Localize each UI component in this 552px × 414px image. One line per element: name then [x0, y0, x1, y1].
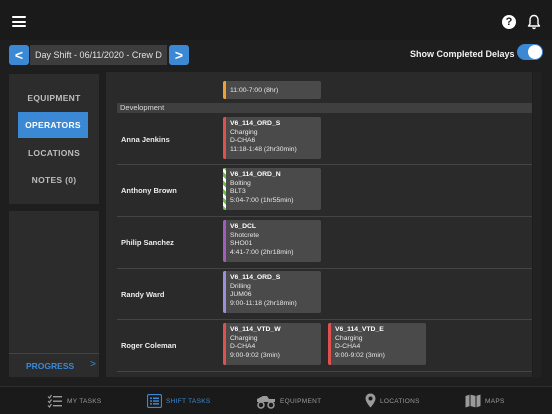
checklist-icon — [47, 394, 62, 408]
help-icon[interactable]: ? — [502, 15, 516, 29]
task-location: BLT3 — [230, 188, 246, 195]
progress-button[interactable]: PROGRESS > — [9, 353, 99, 377]
section-header: Development — [117, 103, 532, 113]
operator-row: Anna Jenkins — [117, 114, 532, 165]
task-status-bar — [223, 323, 226, 365]
task-code: V6_114_VTD_W — [230, 326, 281, 333]
hamburger-menu-icon[interactable] — [12, 16, 26, 27]
task-activity: Bolting — [230, 179, 251, 187]
operator-row: Anthony Brown — [117, 165, 532, 217]
show-completed-delays-label: Show Completed Delays — [410, 49, 515, 59]
tab-label: MAPS — [485, 398, 505, 405]
tab-my-tasks[interactable]: MY TASKS — [47, 387, 107, 414]
tab-equipment[interactable]: EQUIPMENT — [255, 387, 325, 414]
tab-label: LOCATIONS — [380, 398, 420, 405]
location-pin-icon — [365, 393, 376, 408]
task-time: 4:41-7:00 (2hr18min) — [230, 248, 294, 256]
task-location: JUM06 — [230, 291, 252, 298]
operator-timeline[interactable]: 11:00-7:00 (8hr) Development Anna Jenkin… — [106, 72, 532, 377]
operator-name[interactable]: Anthony Brown — [121, 186, 177, 195]
bell-icon[interactable] — [527, 14, 541, 30]
task-location: D-CHA6 — [230, 137, 256, 144]
operator-row: Randy Ward — [117, 269, 532, 320]
shift-label: Day Shift - 06/11/2020 - Crew D — [30, 45, 167, 65]
task-card[interactable]: V6_114_ORD_N Bolting BLT3 5:04-7:00 (1hr… — [223, 168, 321, 210]
map-icon — [465, 394, 481, 408]
task-location: SHO01 — [230, 240, 253, 247]
task-status-bar — [223, 220, 226, 262]
task-card[interactable]: V6_114_VTD_E Charging D-CHA4 9:00-9:02 (… — [328, 323, 426, 365]
timeline-scrollbar[interactable] — [533, 72, 541, 377]
next-shift-button[interactable]: > — [169, 45, 189, 65]
task-code: V6_114_ORD_N — [230, 171, 281, 178]
task-card-partial[interactable]: 11:00-7:00 (8hr) — [223, 81, 321, 99]
list-icon — [147, 394, 162, 408]
chevron-right-icon: > — [90, 359, 96, 370]
task-activity: Charging — [230, 128, 258, 136]
task-code: V6_114_VTD_E — [335, 326, 384, 333]
view-menu: EQUIPMENT OPERATORS LOCATIONS NOTES (0) — [9, 74, 99, 204]
progress-label: PROGRESS — [26, 361, 75, 371]
task-card[interactable]: V6_DCL Shotcrete SHO01 4:41-7:00 (2hr18m… — [223, 220, 321, 262]
show-completed-delays-toggle[interactable] — [517, 44, 543, 60]
operator-name[interactable]: Philip Sanchez — [121, 238, 174, 247]
operator-name[interactable]: Anna Jenkins — [121, 135, 170, 144]
menu-item-operators[interactable]: OPERATORS — [18, 112, 88, 138]
task-status-bar — [223, 168, 226, 210]
task-time: 9:00-9:02 (3min) — [230, 351, 280, 359]
task-activity: Shotcrete — [230, 231, 260, 239]
task-status-bar — [328, 323, 331, 365]
top-bar: ? — [0, 0, 552, 40]
task-status-bar — [223, 81, 226, 99]
task-time: 9:00-9:02 (3min) — [335, 351, 385, 359]
progress-panel: PROGRESS > — [9, 211, 99, 377]
task-code: V6_DCL — [230, 223, 257, 230]
tab-shift-tasks[interactable]: SHIFT TASKS — [147, 387, 217, 414]
task-time: 9:00-11:18 (2hr18min) — [230, 299, 297, 307]
task-card[interactable]: V6_114_ORD_S Drilling JUM06 9:00-11:18 (… — [223, 271, 321, 313]
bottom-tab-bar: MY TASKS SHIFT TASKS EQUIPMENT LOCATIONS… — [0, 386, 552, 414]
task-status-bar — [223, 271, 226, 313]
task-activity: Drilling — [230, 282, 251, 290]
loader-icon — [257, 396, 275, 409]
tab-label: MY TASKS — [67, 398, 102, 405]
task-card[interactable]: V6_114_ORD_S Charging D-CHA6 11:18-1:48 … — [223, 117, 321, 159]
task-code: V6_114_ORD_S — [230, 274, 281, 281]
tab-locations[interactable]: LOCATIONS — [365, 387, 435, 414]
tab-maps[interactable]: MAPS — [465, 387, 515, 414]
task-activity: Charging — [335, 334, 363, 342]
task-time: 11:18-1:48 (2hr30min) — [230, 145, 297, 153]
previous-shift-button[interactable]: < — [9, 45, 29, 65]
task-location: D-CHA4 — [230, 343, 256, 350]
menu-item-notes[interactable]: NOTES (0) — [9, 167, 99, 193]
task-activity: Charging — [230, 334, 258, 342]
task-time: 11:00-7:00 (8hr) — [230, 87, 279, 94]
operator-name[interactable]: Roger Coleman — [121, 341, 176, 350]
shift-selector: < Day Shift - 06/11/2020 - Crew D > Show… — [0, 40, 552, 70]
task-card[interactable]: V6_114_VTD_W Charging D-CHA4 9:00-9:02 (… — [223, 323, 321, 365]
toggle-knob — [528, 45, 542, 59]
operator-name[interactable]: Randy Ward — [121, 290, 164, 299]
operator-row: Philip Sanchez — [117, 217, 532, 269]
menu-item-locations[interactable]: LOCATIONS — [9, 140, 99, 166]
task-time: 5:04-7:00 (1hr55min) — [230, 196, 294, 204]
task-status-bar — [223, 117, 226, 159]
task-code: V6_114_ORD_S — [230, 120, 281, 127]
app-root: ? < Day Shift - 06/11/2020 - Crew D > Sh… — [0, 0, 552, 414]
menu-item-equipment[interactable]: EQUIPMENT — [9, 85, 99, 111]
task-location: D-CHA4 — [335, 343, 361, 350]
operator-row: Roger Coleman — [117, 320, 532, 372]
tab-label: EQUIPMENT — [280, 398, 322, 405]
tab-label: SHIFT TASKS — [166, 398, 211, 405]
